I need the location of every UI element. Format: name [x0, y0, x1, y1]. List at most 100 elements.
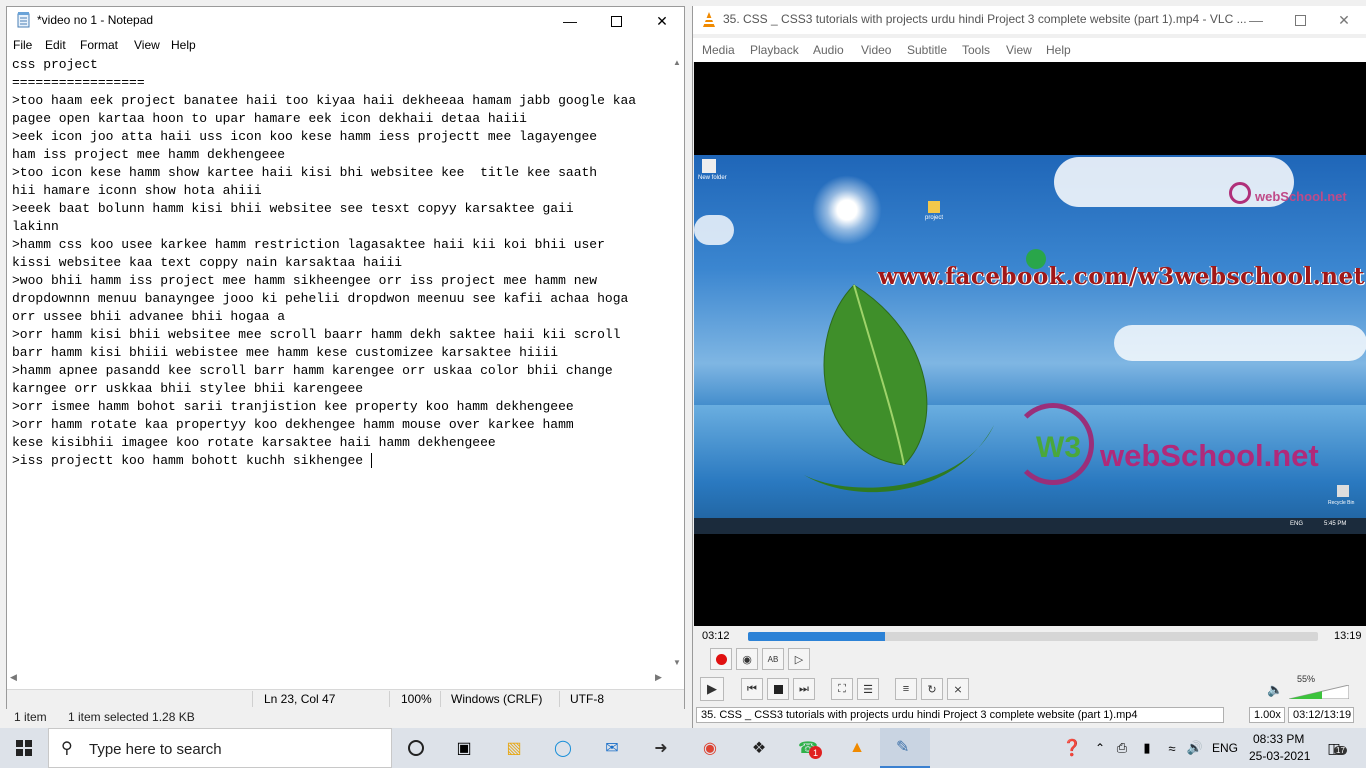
maximize-icon	[1294, 14, 1306, 26]
maximize-button[interactable]	[593, 7, 639, 35]
extended-settings-button[interactable]: ☰	[857, 678, 879, 700]
vlc-menu-view[interactable]: View	[1006, 43, 1032, 57]
battery-icon[interactable]: ▮	[1135, 736, 1159, 760]
file-explorer-icon[interactable]: ▧	[502, 736, 526, 760]
leaf-boat-illustration	[804, 284, 994, 493]
vlc-menu-video[interactable]: Video	[861, 43, 891, 57]
main-controls: ▶ ⏮ ⏭ ⛶ ☰ ≡ ↻ ⨯ 🔈 55%	[693, 674, 1366, 702]
facebook-url-text: www.facebook.com/w3webschool.net	[878, 263, 1365, 290]
clock-time[interactable]: 08:33 PM	[1253, 732, 1304, 746]
dropbox-icon[interactable]: ❖	[747, 736, 771, 760]
vlc-menu-subtitle[interactable]: Subtitle	[907, 43, 947, 57]
explorer-item-count: 1 item	[14, 710, 47, 724]
whatsapp-badge: 1	[809, 746, 822, 759]
speaker-icon[interactable]: 🔈	[1267, 682, 1283, 698]
new-folder-desktop-icon	[702, 159, 716, 173]
advanced-controls: ◉ AB ▷	[693, 648, 1366, 672]
menu-edit[interactable]: Edit	[45, 38, 66, 52]
cortana-icon[interactable]	[404, 736, 428, 760]
language-indicator[interactable]: ENG	[1212, 741, 1238, 755]
inner-clock: 5:45 PM	[1324, 521, 1347, 527]
scroll-down-icon[interactable]: ▼	[673, 658, 681, 667]
snapshot-button[interactable]: ◉	[736, 648, 758, 670]
play-button[interactable]: ▶	[700, 677, 724, 701]
recycle-bin-icon	[1337, 485, 1349, 497]
previous-button[interactable]: ⏮	[741, 678, 763, 700]
task-view-icon[interactable]: ▣	[452, 736, 476, 760]
scroll-right-icon[interactable]: ▶	[655, 672, 662, 683]
text-line: pagee open kartaa hoon to upar hamare ee…	[12, 111, 527, 126]
start-button[interactable]	[0, 728, 48, 768]
mail-icon[interactable]: ✉	[600, 736, 624, 760]
text-line: orr ussee bhii advanee bhii hogaa a	[12, 309, 286, 324]
notepad-title: *video no 1 - Notepad	[37, 13, 154, 27]
time-display[interactable]: 03:12/13:19	[1288, 707, 1354, 723]
text-line: >eek icon joo atta haii uss icon koo kes…	[12, 129, 598, 144]
close-button[interactable]: ✕	[639, 7, 685, 35]
vlc-maximize-button[interactable]	[1277, 6, 1323, 34]
menu-help[interactable]: Help	[171, 38, 196, 52]
total-time: 13:19	[1334, 630, 1362, 642]
cloud	[1114, 325, 1366, 361]
cursor-position: Ln 23, Col 47	[264, 692, 336, 706]
stop-button[interactable]	[767, 678, 789, 700]
seek-bar[interactable]	[748, 632, 1318, 641]
shuffle-button[interactable]: ⨯	[947, 678, 969, 700]
notification-center-icon[interactable]: ◫ 17	[1322, 736, 1347, 760]
clock-date[interactable]: 25-03-2021	[1249, 749, 1310, 763]
loop-button[interactable]: ↻	[921, 678, 943, 700]
record-button[interactable]	[710, 648, 732, 670]
vlc-minimize-button[interactable]: —	[1233, 6, 1279, 34]
ab-loop-button[interactable]: AB	[762, 648, 784, 670]
show-hidden-icons[interactable]: ⌃	[1088, 736, 1112, 760]
text-line: >too haam eek project banatee haii too k…	[12, 93, 637, 108]
wifi-icon[interactable]: ≈	[1160, 736, 1184, 760]
volume-percent: 55%	[1297, 674, 1316, 684]
vlc-menu-playback[interactable]: Playback	[750, 43, 799, 57]
scroll-up-icon[interactable]: ▲	[673, 58, 681, 67]
shuffle-icon: ⨯	[953, 683, 963, 696]
vlc-menu-media[interactable]: Media	[702, 43, 735, 57]
vertical-scrollbar[interactable]: ▲ ▼	[670, 56, 684, 672]
fullscreen-button[interactable]: ⛶	[831, 678, 853, 700]
horizontal-scrollbar[interactable]: ◀ ▶	[7, 672, 670, 686]
vlc-menu-help[interactable]: Help	[1046, 43, 1071, 57]
whatsapp-icon[interactable]: ☎ 1	[796, 736, 822, 760]
vlc-close-button[interactable]: ✕	[1321, 6, 1366, 34]
scroll-left-icon[interactable]: ◀	[10, 672, 17, 683]
volume-icon[interactable]: 🔊	[1183, 736, 1207, 760]
play-icon: ▶	[707, 681, 717, 696]
text-line: >orr ismee hamm bohot sarii tranjistion …	[12, 399, 574, 414]
encoding: UTF-8	[570, 692, 604, 706]
vlc-menu-tools[interactable]: Tools	[962, 43, 990, 57]
taskbar-search-box[interactable]: ⚲ Type here to search	[48, 728, 392, 768]
next-button[interactable]: ⏭	[793, 678, 815, 700]
playlist-button[interactable]: ≡	[895, 678, 917, 700]
sliders-icon: ☰	[863, 683, 873, 696]
playback-speed[interactable]: 1.00x	[1249, 707, 1285, 723]
frame-step-button[interactable]: ▷	[788, 648, 810, 670]
app-bolt-icon[interactable]: ➜	[649, 736, 673, 760]
menu-format[interactable]: Format	[80, 38, 118, 52]
vlc-menu-audio[interactable]: Audio	[813, 43, 844, 57]
edge-browser-icon[interactable]: ◯	[551, 736, 575, 760]
device-icon[interactable]: ⎙	[1110, 736, 1134, 760]
video-display[interactable]: New folder project webSchool.net www.fac…	[694, 62, 1366, 626]
notepad-text-area[interactable]: css project ================= >too haam ee…	[7, 56, 670, 672]
chrome-icon[interactable]: ◉	[698, 736, 722, 760]
text-line: hii hamare iconn show hota ahiii	[12, 183, 262, 198]
webschool-small-logo-icon	[1229, 182, 1251, 204]
vlc-status-bar: 35. CSS _ CSS3 tutorials with projects u…	[693, 706, 1366, 726]
minimize-button[interactable]: —	[547, 7, 593, 35]
text-line: >hamm apnee pasandd kee scroll barr hamm…	[12, 363, 613, 378]
volume-slider[interactable]	[1288, 684, 1350, 700]
vlc-titlebar[interactable]: 35. CSS _ CSS3 tutorials with projects u…	[693, 6, 1366, 34]
vlc-taskbar-icon[interactable]: ▲	[845, 736, 869, 760]
notepad-taskbar-button[interactable]: ✎	[880, 728, 930, 768]
help-icon[interactable]: ❓	[1060, 736, 1084, 760]
notepad-titlebar[interactable]: *video no 1 - Notepad — ✕	[7, 7, 684, 35]
menu-view[interactable]: View	[134, 38, 160, 52]
previous-icon: ⏮	[747, 682, 757, 695]
menu-file[interactable]: File	[13, 38, 32, 52]
close-icon: ✕	[1338, 11, 1350, 28]
